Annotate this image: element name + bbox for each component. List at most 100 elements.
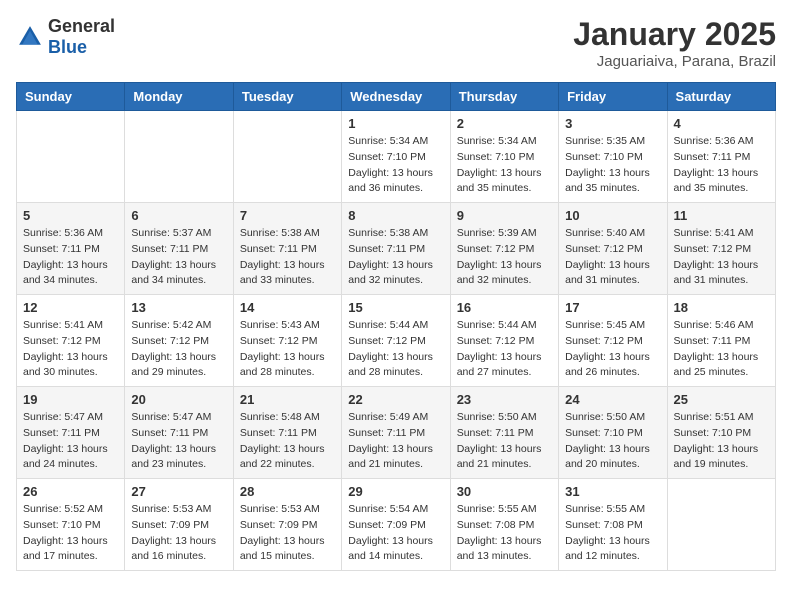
- day-info: Sunrise: 5:38 AM Sunset: 7:11 PM Dayligh…: [240, 226, 335, 289]
- calendar-cell: [667, 479, 775, 571]
- day-number: 11: [674, 208, 769, 223]
- calendar-cell: 28Sunrise: 5:53 AM Sunset: 7:09 PM Dayli…: [233, 479, 341, 571]
- calendar-cell: 26Sunrise: 5:52 AM Sunset: 7:10 PM Dayli…: [17, 479, 125, 571]
- day-number: 6: [131, 208, 226, 223]
- day-number: 14: [240, 300, 335, 315]
- calendar-cell: 8 Sunrise: 5:38 AM Sunset: 7:11 PM Daylig…: [342, 203, 450, 295]
- calendar-cell: 15Sunrise: 5:44 AM Sunset: 7:12 PM Dayli…: [342, 295, 450, 387]
- day-of-week-header: Tuesday: [233, 83, 341, 111]
- day-number: 27: [131, 484, 226, 499]
- day-number: 17: [565, 300, 660, 315]
- day-info: Sunrise: 5:50 AM Sunset: 7:10 PM Dayligh…: [565, 410, 660, 473]
- calendar-cell: 24 Sunrise: 5:50 AM Sunset: 7:10 PM Dayli…: [559, 387, 667, 479]
- logo-blue: Blue: [48, 37, 87, 57]
- calendar-cell: 20Sunrise: 5:47 AM Sunset: 7:11 PM Dayli…: [125, 387, 233, 479]
- day-info: Sunrise: 5:44 AM Sunset: 7:12 PM Dayligh…: [348, 318, 443, 381]
- title-block: January 2025 Jaguariaiva, Parana, Brazil: [573, 16, 776, 70]
- day-number: 4: [674, 116, 769, 131]
- day-number: 1: [348, 116, 443, 131]
- calendar-cell: [233, 111, 341, 203]
- calendar-cell: 25Sunrise: 5:51 AM Sunset: 7:10 PM Dayli…: [667, 387, 775, 479]
- day-info: Sunrise: 5:53 AM Sunset: 7:09 PM Dayligh…: [131, 502, 226, 565]
- day-number: 10: [565, 208, 660, 223]
- calendar-cell: [17, 111, 125, 203]
- day-number: 2: [457, 116, 552, 131]
- day-info: Sunrise: 5:43 AM Sunset: 7:12 PM Dayligh…: [240, 318, 335, 381]
- day-info: Sunrise: 5:41 AM Sunset: 7:12 PM Dayligh…: [674, 226, 769, 289]
- day-info: Sunrise: 5:47 AM Sunset: 7:11 PM Dayligh…: [131, 410, 226, 473]
- page-header: General Blue January 2025 Jaguariaiva, P…: [16, 16, 776, 70]
- day-of-week-header: Monday: [125, 83, 233, 111]
- day-number: 9: [457, 208, 552, 223]
- day-info: Sunrise: 5:37 AM Sunset: 7:11 PM Dayligh…: [131, 226, 226, 289]
- day-number: 5: [23, 208, 118, 223]
- day-number: 26: [23, 484, 118, 499]
- day-info: Sunrise: 5:35 AM Sunset: 7:10 PM Dayligh…: [565, 134, 660, 197]
- calendar-cell: 23 Sunrise: 5:50 AM Sunset: 7:11 PM Dayli…: [450, 387, 558, 479]
- day-info: Sunrise: 5:34 AM Sunset: 7:10 PM Dayligh…: [457, 134, 552, 197]
- calendar-cell: 17 Sunrise: 5:45 AM Sunset: 7:12 PM Dayli…: [559, 295, 667, 387]
- day-info: Sunrise: 5:38 AM Sunset: 7:11 PM Dayligh…: [348, 226, 443, 289]
- calendar-cell: 1Sunrise: 5:34 AM Sunset: 7:10 PM Daylig…: [342, 111, 450, 203]
- calendar-week-row: 26Sunrise: 5:52 AM Sunset: 7:10 PM Dayli…: [17, 479, 776, 571]
- location: Jaguariaiva, Parana, Brazil: [573, 53, 776, 70]
- calendar-week-row: 1 Sunrise: 5:34 AM Sunset: 7:10 PM Daylig…: [17, 111, 776, 203]
- day-info: Sunrise: 5:51 AM Sunset: 7:10 PM Dayligh…: [674, 410, 769, 473]
- day-number: 29: [348, 484, 443, 499]
- calendar-cell: 30 Sunrise: 5:55 AM Sunset: 7:08 PM Dayli…: [450, 479, 558, 571]
- day-number: 18: [674, 300, 769, 315]
- logo-general: General: [48, 16, 115, 36]
- logo-text: General Blue: [48, 16, 115, 58]
- calendar-cell: 11 Sunrise: 5:41 AM Sunset: 7:12 PM Dayli…: [667, 203, 775, 295]
- day-info: Sunrise: 5:45 AM Sunset: 7:12 PM Dayligh…: [565, 318, 660, 381]
- calendar-cell: 29 Sunrise: 5:54 AM Sunset: 7:09 PM Dayli…: [342, 479, 450, 571]
- day-info: Sunrise: 5:41 AM Sunset: 7:12 PM Dayligh…: [23, 318, 118, 381]
- calendar-cell: 2 Sunrise: 5:34 AM Sunset: 7:10 PM Daylig…: [450, 111, 558, 203]
- calendar-cell: 19 Sunrise: 5:47 AM Sunset: 7:11 PM Dayli…: [17, 387, 125, 479]
- calendar-cell: 5 Sunrise: 5:36 AM Sunset: 7:11 PM Daylig…: [17, 203, 125, 295]
- day-number: 30: [457, 484, 552, 499]
- calendar-week-row: 12 Sunrise: 5:41 AM Sunset: 7:12 PM Dayli…: [17, 295, 776, 387]
- calendar-cell: 16Sunrise: 5:44 AM Sunset: 7:12 PM Dayli…: [450, 295, 558, 387]
- calendar-cell: [125, 111, 233, 203]
- day-number: 23: [457, 392, 552, 407]
- day-number: 21: [240, 392, 335, 407]
- day-info: Sunrise: 5:53 AM Sunset: 7:09 PM Dayligh…: [240, 502, 335, 565]
- calendar-cell: 3Sunrise: 5:35 AM Sunset: 7:10 PM Daylig…: [559, 111, 667, 203]
- day-number: 8: [348, 208, 443, 223]
- day-info: Sunrise: 5:44 AM Sunset: 7:12 PM Dayligh…: [457, 318, 552, 381]
- day-number: 7: [240, 208, 335, 223]
- day-info: Sunrise: 5:36 AM Sunset: 7:11 PM Dayligh…: [674, 134, 769, 197]
- calendar-header-row: SundayMondayTuesdayWednesdayThursdayFrid…: [17, 83, 776, 111]
- calendar-cell: 10Sunrise: 5:40 AM Sunset: 7:12 PM Dayli…: [559, 203, 667, 295]
- calendar-cell: 12 Sunrise: 5:41 AM Sunset: 7:12 PM Dayli…: [17, 295, 125, 387]
- day-number: 31: [565, 484, 660, 499]
- day-number: 19: [23, 392, 118, 407]
- day-info: Sunrise: 5:48 AM Sunset: 7:11 PM Dayligh…: [240, 410, 335, 473]
- calendar-cell: 18 Sunrise: 5:46 AM Sunset: 7:11 PM Dayli…: [667, 295, 775, 387]
- day-info: Sunrise: 5:55 AM Sunset: 7:08 PM Dayligh…: [457, 502, 552, 565]
- day-info: Sunrise: 5:55 AM Sunset: 7:08 PM Dayligh…: [565, 502, 660, 565]
- day-info: Sunrise: 5:54 AM Sunset: 7:09 PM Dayligh…: [348, 502, 443, 565]
- day-of-week-header: Thursday: [450, 83, 558, 111]
- calendar-cell: 7 Sunrise: 5:38 AM Sunset: 7:11 PM Daylig…: [233, 203, 341, 295]
- day-number: 12: [23, 300, 118, 315]
- calendar-week-row: 19 Sunrise: 5:47 AM Sunset: 7:11 PM Dayli…: [17, 387, 776, 479]
- calendar-cell: 31 Sunrise: 5:55 AM Sunset: 7:08 PM Dayli…: [559, 479, 667, 571]
- day-info: Sunrise: 5:50 AM Sunset: 7:11 PM Dayligh…: [457, 410, 552, 473]
- logo: General Blue: [16, 16, 115, 58]
- calendar-cell: 4 Sunrise: 5:36 AM Sunset: 7:11 PM Daylig…: [667, 111, 775, 203]
- calendar-cell: 9 Sunrise: 5:39 AM Sunset: 7:12 PM Daylig…: [450, 203, 558, 295]
- day-info: Sunrise: 5:42 AM Sunset: 7:12 PM Dayligh…: [131, 318, 226, 381]
- day-of-week-header: Saturday: [667, 83, 775, 111]
- day-info: Sunrise: 5:36 AM Sunset: 7:11 PM Dayligh…: [23, 226, 118, 289]
- calendar-week-row: 5 Sunrise: 5:36 AM Sunset: 7:11 PM Daylig…: [17, 203, 776, 295]
- calendar-cell: 14 Sunrise: 5:43 AM Sunset: 7:12 PM Dayli…: [233, 295, 341, 387]
- day-of-week-header: Wednesday: [342, 83, 450, 111]
- day-info: Sunrise: 5:39 AM Sunset: 7:12 PM Dayligh…: [457, 226, 552, 289]
- day-info: Sunrise: 5:47 AM Sunset: 7:11 PM Dayligh…: [23, 410, 118, 473]
- day-number: 24: [565, 392, 660, 407]
- calendar-cell: 22Sunrise: 5:49 AM Sunset: 7:11 PM Dayli…: [342, 387, 450, 479]
- day-info: Sunrise: 5:46 AM Sunset: 7:11 PM Dayligh…: [674, 318, 769, 381]
- logo-icon: [16, 23, 44, 51]
